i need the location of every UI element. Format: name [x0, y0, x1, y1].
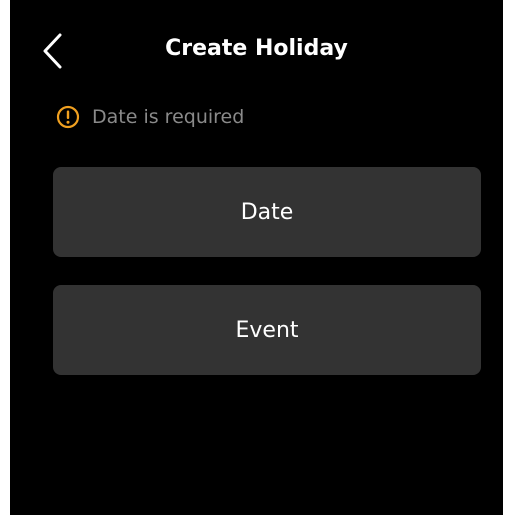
validation-text: Date is required: [92, 106, 245, 128]
validation-message: Date is required: [56, 105, 244, 129]
warning-circle-icon: [56, 105, 80, 129]
date-button[interactable]: Date: [53, 167, 481, 257]
date-button-label: Date: [240, 199, 294, 225]
event-button-label: Event: [235, 317, 299, 343]
page-title: Create Holiday: [165, 36, 348, 61]
create-holiday-screen: Create Holiday Date is required Date Eve…: [10, 0, 503, 515]
event-button[interactable]: Event: [53, 285, 481, 375]
